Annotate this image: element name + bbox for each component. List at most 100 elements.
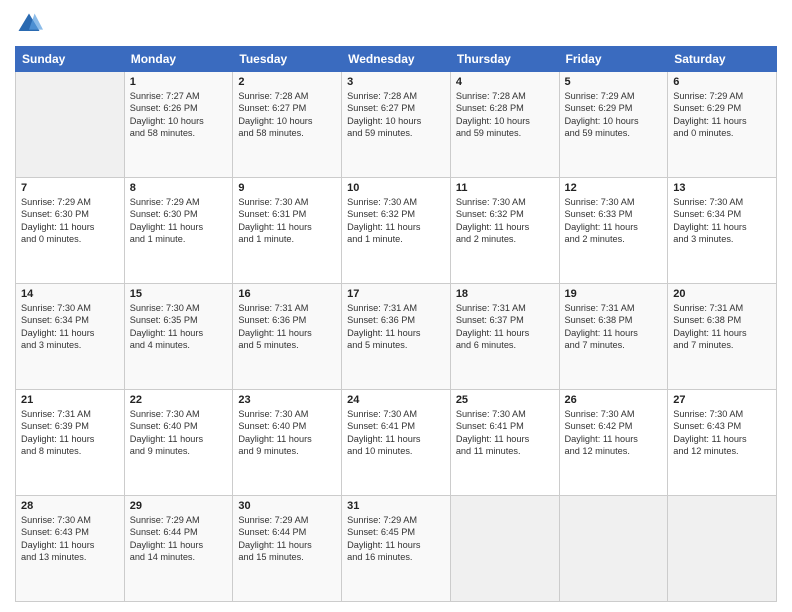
logo-icon xyxy=(15,10,43,38)
calendar-cell: 14 Sunrise: 7:30 AMSunset: 6:34 PMDayligh… xyxy=(16,284,125,390)
calendar-cell: 26 Sunrise: 7:30 AMSunset: 6:42 PMDayligh… xyxy=(559,390,668,496)
day-number: 10 xyxy=(347,182,445,194)
day-info: Sunrise: 7:31 AMSunset: 6:38 PMDaylight:… xyxy=(673,302,771,352)
day-info: Sunrise: 7:31 AMSunset: 6:39 PMDaylight:… xyxy=(21,408,119,458)
calendar-cell: 3Sunrise: 7:28 AMSunset: 6:27 PMDaylight… xyxy=(342,72,451,178)
day-info: Sunrise: 7:31 AMSunset: 6:37 PMDaylight:… xyxy=(456,302,554,352)
calendar-cell: 30 Sunrise: 7:29 AMSunset: 6:44 PMDayligh… xyxy=(233,496,342,602)
day-number: 22 xyxy=(130,394,228,406)
calendar-cell: 18 Sunrise: 7:31 AMSunset: 6:37 PMDayligh… xyxy=(450,284,559,390)
calendar-cell xyxy=(559,496,668,602)
logo xyxy=(15,10,47,38)
day-info: Sunrise: 7:30 AMSunset: 6:32 PMDaylight:… xyxy=(347,196,445,246)
calendar-cell: 27 Sunrise: 7:30 AMSunset: 6:43 PMDayligh… xyxy=(668,390,777,496)
calendar-cell: 1 Sunrise: 7:27 AMSunset: 6:26 PMDaylight… xyxy=(124,72,233,178)
calendar-cell: 20 Sunrise: 7:31 AMSunset: 6:38 PMDayligh… xyxy=(668,284,777,390)
day-number: 21 xyxy=(21,394,119,406)
day-info: Sunrise: 7:28 AMSunset: 6:27 PMDaylight:… xyxy=(347,90,445,140)
calendar-table: SundayMondayTuesdayWednesdayThursdayFrid… xyxy=(15,46,777,602)
day-info: Sunrise: 7:30 AMSunset: 6:41 PMDaylight:… xyxy=(347,408,445,458)
calendar-cell: 24 Sunrise: 7:30 AMSunset: 6:41 PMDayligh… xyxy=(342,390,451,496)
day-info: Sunrise: 7:30 AMSunset: 6:43 PMDaylight:… xyxy=(673,408,771,458)
day-info: Sunrise: 7:30 AMSunset: 6:40 PMDaylight:… xyxy=(238,408,336,458)
day-number: 30 xyxy=(238,500,336,512)
day-info: Sunrise: 7:30 AMSunset: 6:34 PMDaylight:… xyxy=(21,302,119,352)
calendar-header-row: SundayMondayTuesdayWednesdayThursdayFrid… xyxy=(16,47,777,72)
day-number: 15 xyxy=(130,288,228,300)
calendar-cell: 15Sunrise: 7:30 AMSunset: 6:35 PMDayligh… xyxy=(124,284,233,390)
day-number: 2 xyxy=(238,76,336,88)
day-number: 25 xyxy=(456,394,554,406)
day-number: 4 xyxy=(456,76,554,88)
day-number: 28 xyxy=(21,500,119,512)
day-number: 14 xyxy=(21,288,119,300)
day-number: 12 xyxy=(565,182,663,194)
day-info: Sunrise: 7:29 AMSunset: 6:30 PMDaylight:… xyxy=(21,196,119,246)
calendar-week-2: 7 Sunrise: 7:29 AMSunset: 6:30 PMDaylight… xyxy=(16,178,777,284)
calendar-cell: 29 Sunrise: 7:29 AMSunset: 6:44 PMDayligh… xyxy=(124,496,233,602)
day-number: 19 xyxy=(565,288,663,300)
calendar-cell: 19 Sunrise: 7:31 AMSunset: 6:38 PMDayligh… xyxy=(559,284,668,390)
day-header-sunday: Sunday xyxy=(16,47,125,72)
calendar-cell: 8 Sunrise: 7:29 AMSunset: 6:30 PMDaylight… xyxy=(124,178,233,284)
calendar-cell: 9 Sunrise: 7:30 AMSunset: 6:31 PMDaylight… xyxy=(233,178,342,284)
calendar-week-1: 1 Sunrise: 7:27 AMSunset: 6:26 PMDaylight… xyxy=(16,72,777,178)
calendar-cell: 22 Sunrise: 7:30 AMSunset: 6:40 PMDayligh… xyxy=(124,390,233,496)
day-number: 7 xyxy=(21,182,119,194)
day-number: 29 xyxy=(130,500,228,512)
day-number: 23 xyxy=(238,394,336,406)
calendar-cell: 31 Sunrise: 7:29 AMSunset: 6:45 PMDayligh… xyxy=(342,496,451,602)
day-number: 18 xyxy=(456,288,554,300)
day-info: Sunrise: 7:31 AMSunset: 6:36 PMDaylight:… xyxy=(238,302,336,352)
day-number: 8 xyxy=(130,182,228,194)
day-info: Sunrise: 7:29 AMSunset: 6:29 PMDaylight:… xyxy=(673,90,771,140)
day-number: 20 xyxy=(673,288,771,300)
calendar-cell xyxy=(668,496,777,602)
day-info: Sunrise: 7:29 AMSunset: 6:29 PMDaylight:… xyxy=(565,90,663,140)
day-info: Sunrise: 7:28 AMSunset: 6:28 PMDaylight:… xyxy=(456,90,554,140)
day-info: Sunrise: 7:30 AMSunset: 6:42 PMDaylight:… xyxy=(565,408,663,458)
day-number: 1 xyxy=(130,76,228,88)
calendar-cell: 25 Sunrise: 7:30 AMSunset: 6:41 PMDayligh… xyxy=(450,390,559,496)
calendar-cell: 17 Sunrise: 7:31 AMSunset: 6:36 PMDayligh… xyxy=(342,284,451,390)
day-info: Sunrise: 7:31 AMSunset: 6:36 PMDaylight:… xyxy=(347,302,445,352)
header xyxy=(15,10,777,38)
calendar-cell: 21 Sunrise: 7:31 AMSunset: 6:39 PMDayligh… xyxy=(16,390,125,496)
day-info: Sunrise: 7:28 AMSunset: 6:27 PMDaylight:… xyxy=(238,90,336,140)
day-info: Sunrise: 7:30 AMSunset: 6:40 PMDaylight:… xyxy=(130,408,228,458)
day-number: 5 xyxy=(565,76,663,88)
day-number: 31 xyxy=(347,500,445,512)
day-info: Sunrise: 7:30 AMSunset: 6:34 PMDaylight:… xyxy=(673,196,771,246)
day-info: Sunrise: 7:31 AMSunset: 6:38 PMDaylight:… xyxy=(565,302,663,352)
day-info: Sunrise: 7:30 AMSunset: 6:43 PMDaylight:… xyxy=(21,514,119,564)
day-info: Sunrise: 7:30 AMSunset: 6:32 PMDaylight:… xyxy=(456,196,554,246)
day-number: 27 xyxy=(673,394,771,406)
calendar-cell: 5 Sunrise: 7:29 AMSunset: 6:29 PMDaylight… xyxy=(559,72,668,178)
calendar-cell xyxy=(16,72,125,178)
day-info: Sunrise: 7:29 AMSunset: 6:45 PMDaylight:… xyxy=(347,514,445,564)
day-info: Sunrise: 7:29 AMSunset: 6:30 PMDaylight:… xyxy=(130,196,228,246)
calendar-cell: 4 Sunrise: 7:28 AMSunset: 6:28 PMDaylight… xyxy=(450,72,559,178)
day-info: Sunrise: 7:30 AMSunset: 6:33 PMDaylight:… xyxy=(565,196,663,246)
calendar-week-5: 28 Sunrise: 7:30 AMSunset: 6:43 PMDayligh… xyxy=(16,496,777,602)
calendar-cell: 7 Sunrise: 7:29 AMSunset: 6:30 PMDaylight… xyxy=(16,178,125,284)
day-header-wednesday: Wednesday xyxy=(342,47,451,72)
day-header-tuesday: Tuesday xyxy=(233,47,342,72)
day-number: 16 xyxy=(238,288,336,300)
day-info: Sunrise: 7:29 AMSunset: 6:44 PMDaylight:… xyxy=(130,514,228,564)
day-header-saturday: Saturday xyxy=(668,47,777,72)
day-number: 17 xyxy=(347,288,445,300)
calendar-cell: 13 Sunrise: 7:30 AMSunset: 6:34 PMDayligh… xyxy=(668,178,777,284)
day-header-thursday: Thursday xyxy=(450,47,559,72)
day-number: 9 xyxy=(238,182,336,194)
day-number: 11 xyxy=(456,182,554,194)
day-number: 24 xyxy=(347,394,445,406)
day-info: Sunrise: 7:29 AMSunset: 6:44 PMDaylight:… xyxy=(238,514,336,564)
day-number: 13 xyxy=(673,182,771,194)
day-info: Sunrise: 7:30 AMSunset: 6:41 PMDaylight:… xyxy=(456,408,554,458)
day-info: Sunrise: 7:27 AMSunset: 6:26 PMDaylight:… xyxy=(130,90,228,140)
calendar-cell: 16 Sunrise: 7:31 AMSunset: 6:36 PMDayligh… xyxy=(233,284,342,390)
day-info: Sunrise: 7:30 AMSunset: 6:31 PMDaylight:… xyxy=(238,196,336,246)
day-number: 26 xyxy=(565,394,663,406)
calendar-week-3: 14 Sunrise: 7:30 AMSunset: 6:34 PMDayligh… xyxy=(16,284,777,390)
